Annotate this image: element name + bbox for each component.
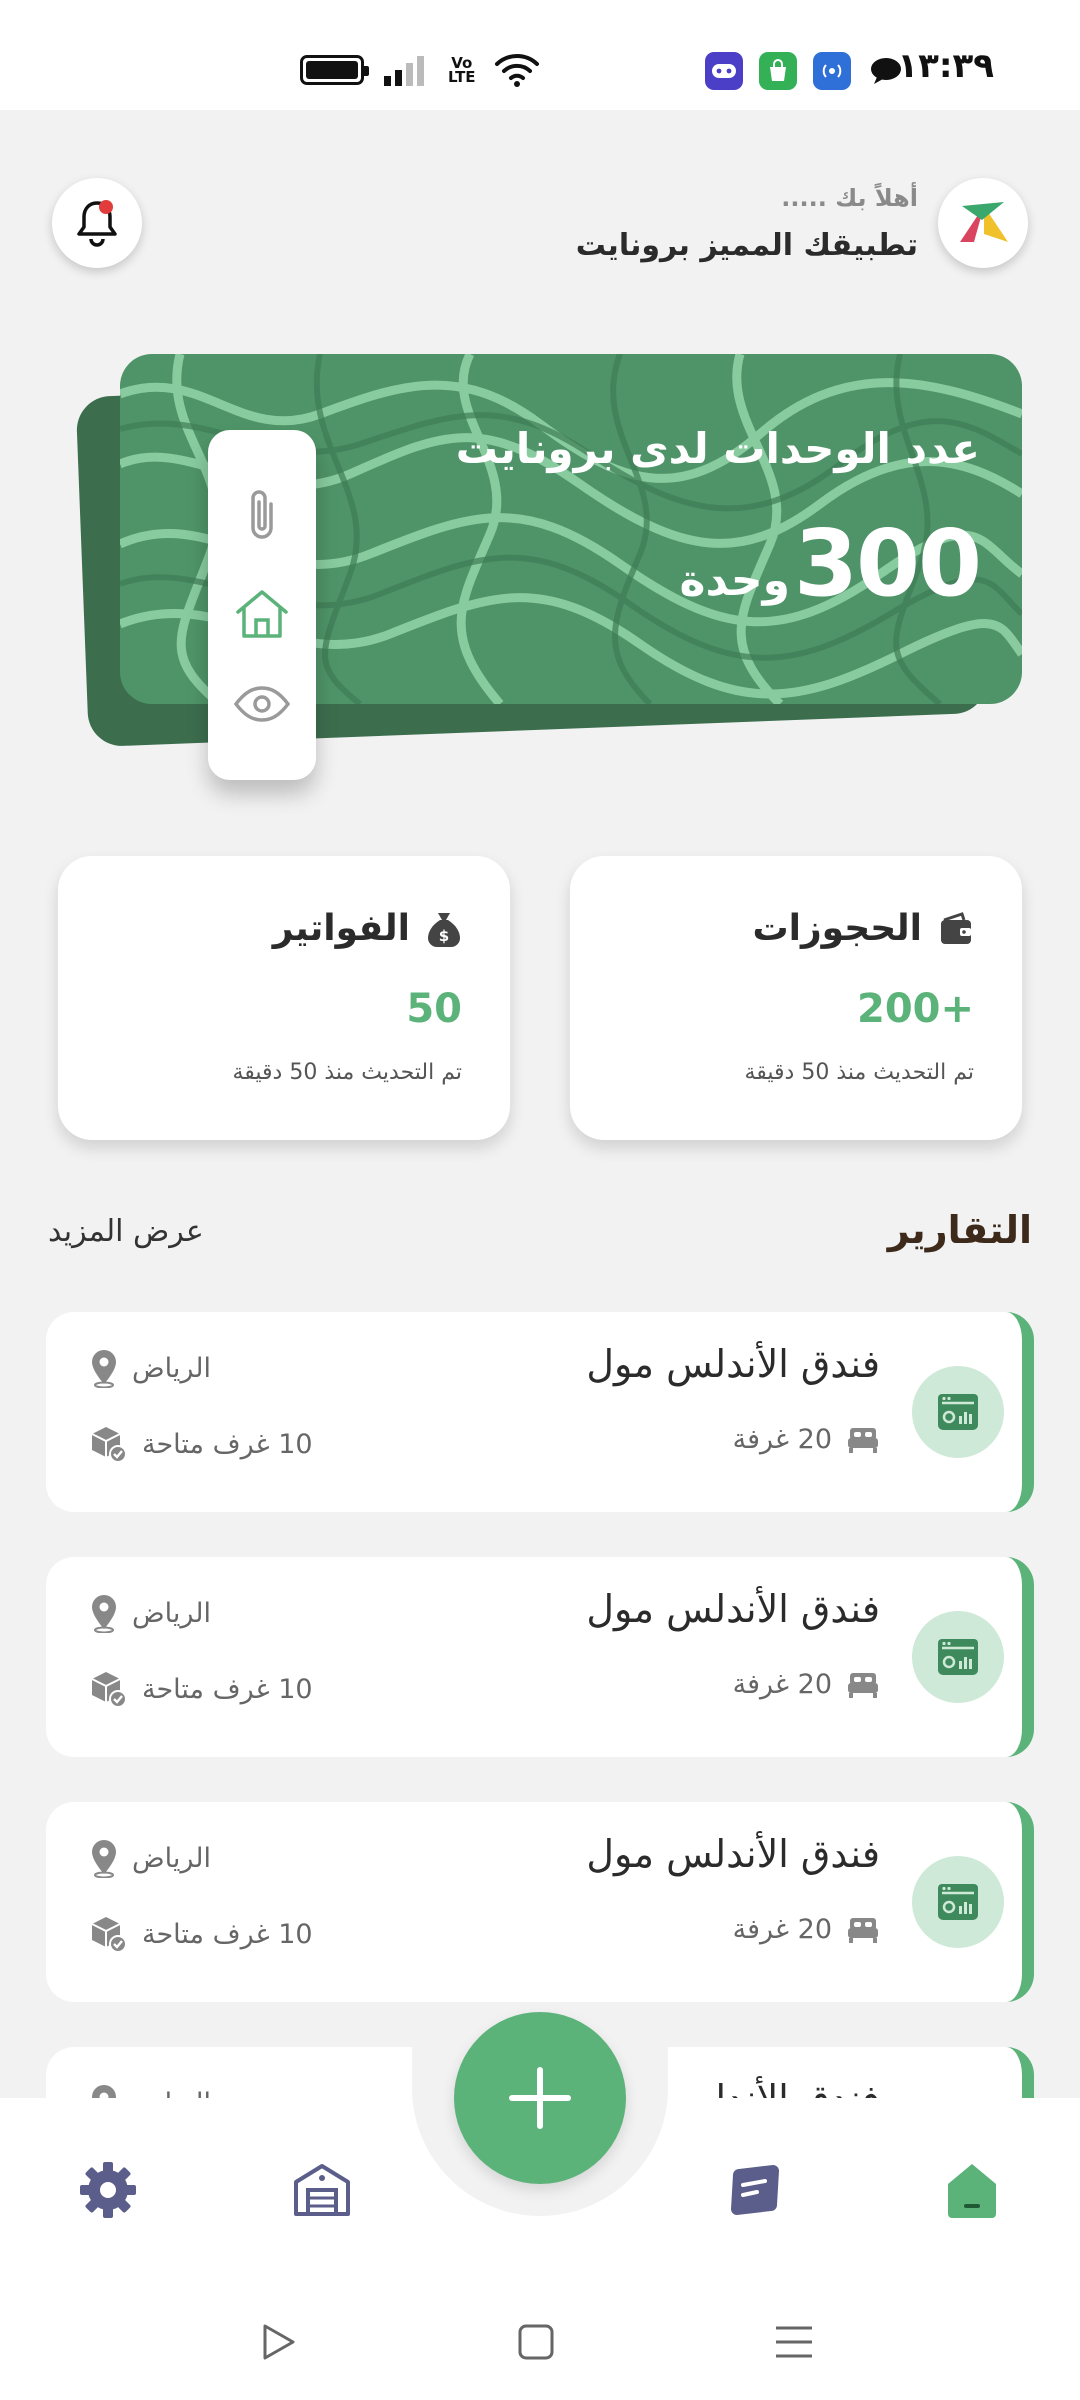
report-city-label: الرياض xyxy=(132,1842,212,1874)
bookings-value: +200 xyxy=(856,986,974,1032)
back-system-button[interactable] xyxy=(248,2312,308,2372)
game-app-icon xyxy=(705,52,743,90)
quick-actions-pill xyxy=(208,430,316,780)
svg-text:$: $ xyxy=(439,927,449,945)
report-card[interactable]: فندق الأندلس مول 20 غرفة الرياض xyxy=(46,1312,1034,1512)
report-hotel-name: فندق الأندلس مول xyxy=(586,1832,880,1876)
message-app-icon xyxy=(867,52,905,90)
bed-icon xyxy=(848,1672,878,1698)
bookings-header: الحجوزات xyxy=(752,908,974,949)
shop-app-icon xyxy=(759,52,797,90)
location-pin-icon xyxy=(92,1595,116,1633)
bookings-updated: تم التحديث منذ 50 دقيقة xyxy=(744,1060,974,1085)
browser-chart-icon xyxy=(938,1884,978,1920)
report-icon xyxy=(912,1611,1004,1703)
invoices-updated: تم التحديث منذ 50 دقيقة xyxy=(232,1060,462,1085)
report-available-label: 10 غرف متاحة xyxy=(142,1428,313,1460)
status-time: ١٣:٣٩ xyxy=(897,46,994,86)
nav-warehouse[interactable] xyxy=(282,2150,362,2230)
avatar[interactable] xyxy=(938,178,1028,268)
browser-chart-icon xyxy=(938,1639,978,1675)
money-bag-icon: $ xyxy=(428,912,460,947)
report-city: الرياض xyxy=(88,1348,211,1388)
system-status-icons: Vo LTE xyxy=(300,52,540,88)
browser-chart-icon xyxy=(938,1394,978,1430)
nav-chat[interactable] xyxy=(716,2150,796,2230)
report-rooms: 20 غرفة xyxy=(733,1914,880,1945)
report-icon xyxy=(912,1366,1004,1458)
recents-button[interactable] xyxy=(764,2312,824,2372)
wallet-icon xyxy=(941,911,971,944)
invoices-card[interactable]: $ الفواتير 50 تم التحديث منذ 50 دقيقة xyxy=(58,856,510,1140)
paperclip-icon[interactable] xyxy=(241,486,283,544)
signal-icon xyxy=(384,56,424,86)
system-navigation-bar xyxy=(0,2290,1080,2400)
eye-icon[interactable] xyxy=(233,684,291,724)
square-home-icon xyxy=(518,2324,554,2360)
home-icon[interactable] xyxy=(232,586,292,642)
broadcast-app-icon xyxy=(813,52,851,90)
welcome-text: أهلاً بك ..... xyxy=(781,184,918,212)
report-rooms: 20 غرفة xyxy=(733,1424,880,1455)
report-available-label: 10 غرف متاحة xyxy=(142,1918,313,1950)
home-system-button[interactable] xyxy=(506,2312,566,2372)
report-city: الرياض xyxy=(88,1593,211,1633)
report-rooms: 20 غرفة xyxy=(733,1669,880,1700)
home-icon xyxy=(948,2164,996,2218)
location-pin-icon xyxy=(92,1350,116,1388)
report-available-label: 10 غرف متاحة xyxy=(142,1673,313,1705)
units-count: 300 xyxy=(793,510,982,617)
battery-icon xyxy=(300,55,369,85)
app-name: تطبيقك المميز برونايت xyxy=(575,228,918,263)
report-hotel-name: فندق الأندلس مول xyxy=(586,1587,880,1631)
brand-logo-icon xyxy=(960,202,1008,242)
box-check-icon xyxy=(91,1917,127,1953)
box-check-icon xyxy=(91,1427,127,1463)
report-availability: 10 غرف متاحة xyxy=(88,1424,313,1464)
nav-settings[interactable] xyxy=(68,2150,148,2230)
see-more-link[interactable]: عرض المزيد xyxy=(48,1214,204,1249)
notification-icons xyxy=(705,52,905,90)
report-city: الرياض xyxy=(88,1838,211,1878)
add-button[interactable] xyxy=(454,2012,626,2184)
invoices-title: الفواتير xyxy=(272,908,410,949)
bed-icon xyxy=(848,1917,878,1943)
status-bar: ١٣:٣٩ Vo LTE xyxy=(0,0,1080,110)
report-rooms-label: 20 غرفة xyxy=(732,1669,832,1700)
menu-icon xyxy=(776,2326,812,2358)
units-label: وحدة xyxy=(679,555,790,606)
report-rooms-label: 20 غرفة xyxy=(732,1424,832,1455)
hero-title: عدد الوحدات لدى برونايت xyxy=(455,424,980,473)
chat-icon xyxy=(731,2165,779,2215)
report-icon xyxy=(912,1856,1004,1948)
nav-home[interactable] xyxy=(932,2150,1012,2230)
wifi-icon xyxy=(494,54,539,87)
report-city-label: الرياض xyxy=(132,1352,212,1384)
report-availability: 10 غرف متاحة xyxy=(88,1669,313,1709)
bookings-title: الحجوزات xyxy=(752,908,922,949)
location-pin-icon xyxy=(92,1840,116,1878)
reports-title: التقارير xyxy=(887,1208,1032,1252)
bookings-card[interactable]: الحجوزات +200 تم التحديث منذ 50 دقيقة xyxy=(570,856,1022,1140)
invoices-value: 50 xyxy=(406,986,462,1032)
report-rooms-label: 20 غرفة xyxy=(732,1914,832,1945)
report-hotel-name: فندق الأندلس مول xyxy=(586,1342,880,1386)
report-availability: 10 غرف متاحة xyxy=(88,1914,313,1954)
warehouse-icon xyxy=(294,2164,350,2216)
box-check-icon xyxy=(91,1672,127,1708)
bed-icon xyxy=(848,1427,878,1453)
hero-count: 300 وحدة xyxy=(679,510,983,617)
plus-icon xyxy=(509,2067,571,2129)
invoices-header: $ الفواتير xyxy=(273,908,462,949)
back-triangle-icon xyxy=(263,2324,295,2360)
volte-icon: Vo LTE xyxy=(448,54,476,86)
bell-icon xyxy=(77,200,117,247)
report-card[interactable]: فندق الأندلس مول 20 غرفة الرياض xyxy=(46,1802,1034,2002)
report-city-label: الرياض xyxy=(132,1597,212,1629)
settings-icon xyxy=(80,2162,136,2218)
notifications-button[interactable] xyxy=(52,178,142,268)
report-card[interactable]: فندق الأندلس مول 20 غرفة الرياض xyxy=(46,1557,1034,1757)
